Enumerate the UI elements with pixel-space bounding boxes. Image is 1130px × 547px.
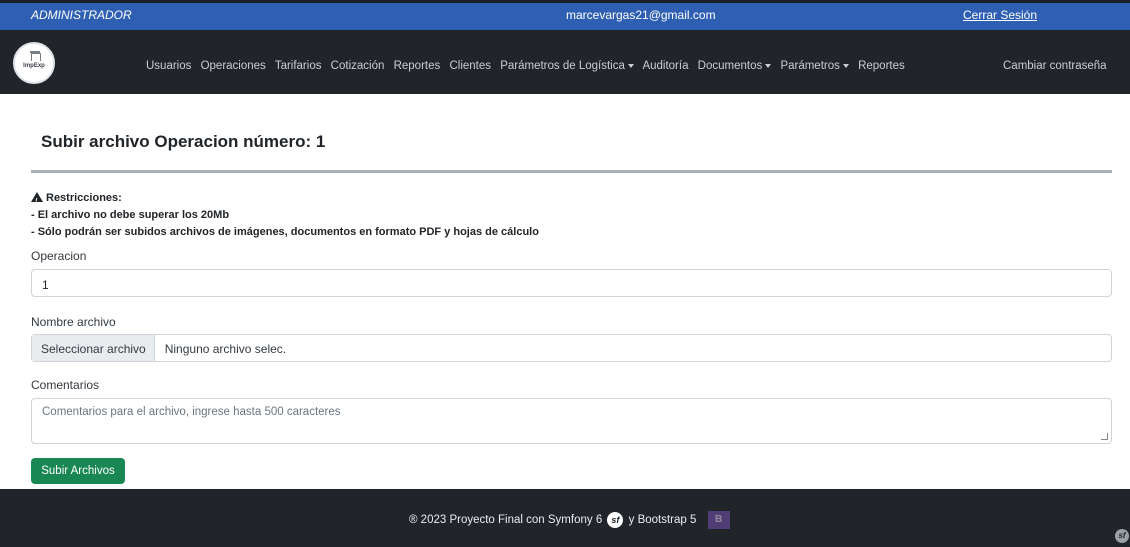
nav-menu: Usuarios Operaciones Tarifarios Cotizaci… <box>146 60 911 72</box>
restrictions-heading: Restricciones: <box>31 190 539 210</box>
bootstrap-icon: B <box>707 511 730 529</box>
user-email: marcevargas21@gmail.com <box>566 8 716 22</box>
nav-item-reportes-2[interactable]: Reportes <box>858 60 905 72</box>
logo-text: ImpExp <box>23 63 45 69</box>
change-password-link[interactable]: Cambiar contraseña <box>1003 60 1107 72</box>
app-logo[interactable]: ImpExp <box>13 42 55 84</box>
main-navbar: ImpExp Usuarios Operaciones Tarifarios C… <box>0 30 1130 94</box>
nombre-archivo-label: Nombre archivo <box>31 315 116 329</box>
file-status: Ninguno archivo selec. <box>164 342 287 356</box>
choose-file-button[interactable]: Seleccionar archivo <box>32 335 155 361</box>
nav-item-label: Parámetros de Logística <box>500 60 625 72</box>
footer-text: ® 2023 Proyecto Final con Symfony 6 sf y… <box>409 511 730 529</box>
nav-item-documentos-dropdown[interactable]: Documentos <box>698 60 772 72</box>
restrictions-notice: Restricciones: - El archivo no debe supe… <box>31 190 539 241</box>
nav-item-tarifarios[interactable]: Tarifarios <box>275 60 322 72</box>
nav-item-parametros-logistica-dropdown[interactable]: Parámetros de Logística <box>500 60 634 72</box>
user-role: ADMINISTRADOR <box>31 8 132 22</box>
nav-item-usuarios[interactable]: Usuarios <box>146 60 191 72</box>
file-input[interactable]: Seleccionar archivo Ninguno archivo sele… <box>31 334 1112 362</box>
resize-handle-icon[interactable] <box>1101 433 1108 440</box>
page-title: Subir archivo Operacion número: 1 <box>41 132 326 151</box>
comentarios-label: Comentarios <box>31 378 100 392</box>
symfony-icon: sf <box>607 512 624 528</box>
caret-down-icon <box>765 63 772 68</box>
symfony-toolbar-icon[interactable]: sf <box>1115 529 1129 543</box>
nav-item-cotizacion[interactable]: Cotización <box>331 60 385 72</box>
restriction-size: - El archivo no debe superar los 20Mb <box>31 209 230 221</box>
operacion-input[interactable]: 1 <box>31 269 1112 297</box>
nav-item-parametros-dropdown[interactable]: Parámetros <box>780 60 849 72</box>
nav-item-clientes[interactable]: Clientes <box>449 60 491 72</box>
footer-bootstrap-text: y Bootstrap 5 <box>628 514 697 527</box>
title-divider <box>31 170 1112 173</box>
building-icon <box>30 51 41 61</box>
footer-copyright: ® 2023 Proyecto Final con Symfony 6 <box>409 514 603 527</box>
comentarios-textarea[interactable]: Comentarios para el archivo, ingrese has… <box>31 398 1112 444</box>
caret-down-icon <box>842 63 849 68</box>
top-bar: ADMINISTRADOR marcevargas21@gmail.com Ce… <box>0 0 1130 30</box>
warning-icon <box>31 192 43 210</box>
submit-button[interactable]: Subir Archivos <box>31 458 125 484</box>
comentarios-placeholder: Comentarios para el archivo, ingrese has… <box>42 406 341 418</box>
logout-link[interactable]: Cerrar Sesión <box>963 8 1037 22</box>
operacion-label: Operacion <box>31 249 87 263</box>
nav-item-label: Parámetros <box>780 60 840 72</box>
nav-item-operaciones[interactable]: Operaciones <box>201 60 266 72</box>
restrictions-title: Restricciones: <box>46 192 122 204</box>
restriction-types: - Sólo podrán ser subidos archivos de im… <box>31 226 539 238</box>
nav-item-reportes[interactable]: Reportes <box>394 60 441 72</box>
nav-item-auditoria[interactable]: Auditoría <box>642 60 688 72</box>
caret-down-icon <box>627 63 634 68</box>
footer: ® 2023 Proyecto Final con Symfony 6 sf y… <box>0 489 1130 547</box>
nav-item-label: Documentos <box>697 60 763 72</box>
